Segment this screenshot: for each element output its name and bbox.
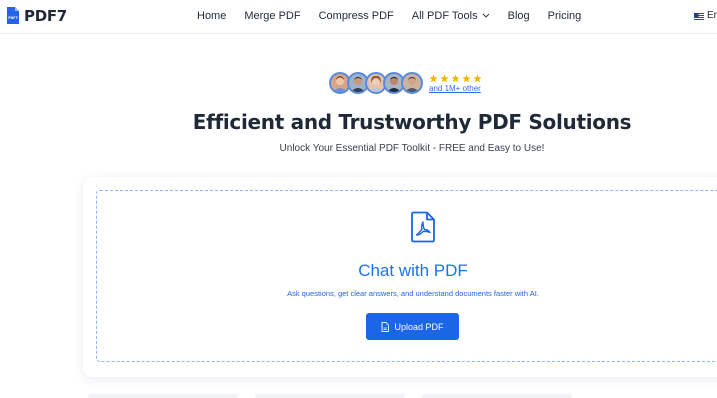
nav-all-pdf-tools[interactable]: All PDF Tools bbox=[412, 10, 490, 22]
next-section-hint bbox=[255, 394, 405, 398]
page-title: Efficient and Trustworthy PDF Solutions bbox=[192, 110, 632, 134]
upload-pdf-button[interactable]: Upload PDF bbox=[366, 313, 459, 340]
users-count-link[interactable]: and 1M+ other bbox=[429, 84, 482, 93]
star-icon bbox=[473, 73, 482, 82]
top-navbar: PDF7 PDF7 Home Merge PDF Compress PDF Al… bbox=[0, 0, 717, 34]
nav-home[interactable]: Home bbox=[197, 10, 226, 22]
upload-card-title: Chat with PDF bbox=[358, 261, 468, 280]
nav-blog[interactable]: Blog bbox=[508, 10, 530, 22]
social-proof: and 1M+ other bbox=[329, 72, 482, 94]
star-icon bbox=[451, 73, 460, 82]
pdf7-logo-icon: PDF7 bbox=[6, 6, 20, 25]
page-subtitle: Unlock Your Essential PDF Toolkit - FREE… bbox=[279, 143, 545, 154]
nav-pricing[interactable]: Pricing bbox=[548, 10, 582, 22]
user-avatars bbox=[329, 72, 423, 94]
nav-compress-pdf[interactable]: Compress PDF bbox=[319, 10, 394, 22]
pdf-dropzone[interactable]: Chat with PDF Ask questions, get clear a… bbox=[96, 190, 717, 362]
upload-card: Chat with PDF Ask questions, get clear a… bbox=[83, 177, 717, 377]
upload-pdf-button-label: Upload PDF bbox=[394, 321, 444, 332]
file-icon bbox=[382, 321, 390, 332]
star-icon bbox=[462, 73, 471, 82]
us-flag-icon bbox=[694, 12, 704, 20]
next-section-hint bbox=[422, 394, 572, 398]
avatar bbox=[401, 72, 423, 94]
rating: and 1M+ other bbox=[429, 73, 482, 93]
star-icon bbox=[429, 73, 438, 82]
brand-logo[interactable]: PDF7 PDF7 bbox=[6, 6, 67, 25]
chevron-down-icon bbox=[482, 13, 489, 18]
svg-text:PDF7: PDF7 bbox=[8, 16, 17, 20]
next-section-hint bbox=[88, 394, 238, 398]
upload-card-description: Ask questions, get clear answers, and un… bbox=[287, 289, 539, 298]
brand-name: PDF7 bbox=[24, 6, 67, 25]
language-selector[interactable]: Er bbox=[694, 10, 717, 21]
nav-merge-pdf[interactable]: Merge PDF bbox=[244, 10, 300, 22]
pdf-file-icon bbox=[410, 211, 436, 248]
star-icon bbox=[440, 73, 449, 82]
language-label: Er bbox=[707, 10, 717, 21]
nav-all-pdf-tools-label: All PDF Tools bbox=[411, 10, 478, 22]
main-nav: Home Merge PDF Compress PDF All PDF Tool… bbox=[197, 10, 599, 22]
star-rating bbox=[429, 73, 482, 83]
